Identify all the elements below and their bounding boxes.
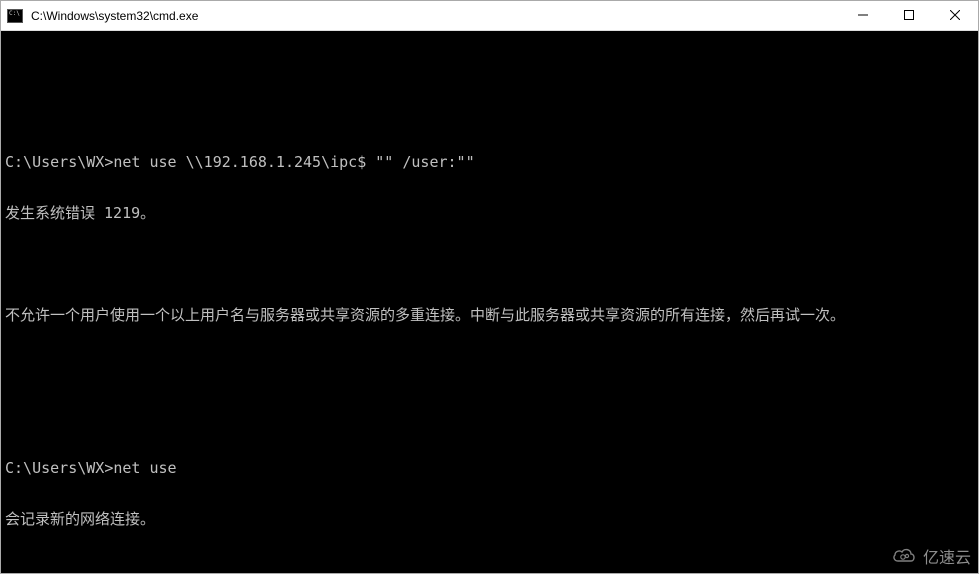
terminal-line: C:\Users\WX>net use: [5, 460, 978, 477]
close-button[interactable]: [932, 1, 978, 30]
terminal-line: C:\Users\WX>net use \\192.168.1.245\ipc$…: [5, 154, 978, 171]
terminal-line: [5, 562, 978, 573]
maximize-button[interactable]: [886, 1, 932, 30]
window-controls: [840, 1, 978, 31]
terminal-line: [5, 69, 978, 86]
terminal-line: [5, 409, 978, 426]
window-title: C:\Windows\system32\cmd.exe: [29, 9, 840, 23]
cmd-window: C:\Windows\system32\cmd.exe C:\Users\WX>…: [0, 0, 979, 574]
cmd-icon: [7, 9, 23, 23]
minimize-button[interactable]: [840, 1, 886, 30]
titlebar[interactable]: C:\Windows\system32\cmd.exe: [1, 1, 978, 31]
terminal-line: 发生系统错误 1219。: [5, 205, 978, 222]
app-icon-slot: [1, 1, 29, 31]
terminal-line: 不允许一个用户使用一个以上用户名与服务器或共享资源的多重连接。中断与此服务器或共…: [5, 307, 978, 324]
terminal-line: [5, 358, 978, 375]
terminal-line: 会记录新的网络连接。: [5, 511, 978, 528]
terminal-area[interactable]: C:\Users\WX>net use \\192.168.1.245\ipc$…: [1, 31, 978, 573]
